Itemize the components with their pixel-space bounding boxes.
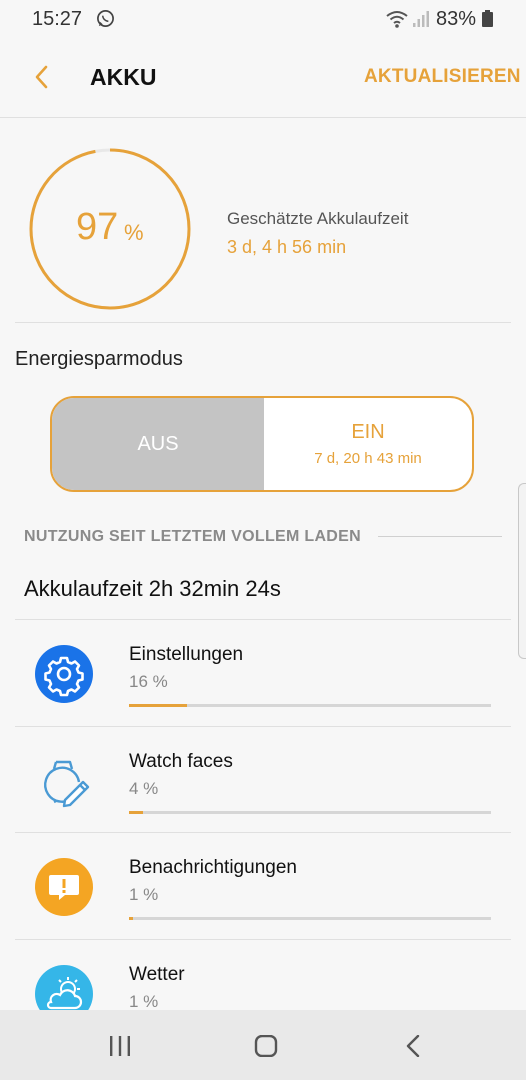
usage-section-heading: NUTZUNG SEIT LETZTEM VOLLEM LADEN [24,528,361,545]
summary-divider [15,322,511,323]
header-divider [0,117,526,118]
power-saving-on-option[interactable]: EIN 7 d, 20 h 43 min [264,398,472,490]
home-icon[interactable] [254,1035,278,1057]
app-row-benachrichtigungen[interactable]: Benachrichtigungen 1 % [0,833,526,939]
off-label: AUS [137,432,179,455]
whatsapp-icon [97,10,114,27]
notification-icon [35,858,93,916]
battery-percent-value: 97 [76,206,119,248]
gear-icon [35,645,93,703]
power-saving-label: Energiesparmodus [15,348,183,370]
watch-face-icon [44,760,90,808]
app-percent: 16 % [129,672,168,691]
battery-icon [482,10,493,27]
recent-apps-icon[interactable] [108,1035,132,1057]
back-arrow-icon[interactable] [30,62,54,92]
usage-bar [129,811,491,814]
app-percent: 1 % [129,885,159,904]
page-title: AKKU [90,64,157,90]
app-name: Watch faces [129,751,233,772]
section-divider [378,536,502,537]
runtime-label: Akkulaufzeit 2h 32min 24s [24,576,281,601]
app-name: Einstellungen [129,644,244,665]
estimate-label: Geschätzte Akkulaufzeit [227,209,409,228]
usage-bar-fill [129,917,133,920]
scroll-handle[interactable] [518,483,526,659]
battery-percent-unit: % [124,220,144,245]
usage-bar [129,917,491,920]
back-icon[interactable] [404,1035,424,1057]
app-name: Benachrichtigungen [129,857,297,878]
status-time: 15:27 [32,8,83,30]
signal-icon [413,11,429,27]
app-row-einstellungen[interactable]: Einstellungen 16 % [0,620,526,726]
refresh-button[interactable]: AKTUALISIEREN [364,66,521,88]
on-label: EIN [351,421,385,443]
power-saving-off-option[interactable]: AUS [52,398,264,490]
app-percent: 4 % [129,779,159,798]
usage-bar-fill [129,704,187,707]
battery-percent: 83% [436,8,477,30]
power-saving-toggle: AUS EIN 7 d, 20 h 43 min [50,396,474,492]
estimate-value: 3 d, 4 h 56 min [227,237,347,257]
on-duration: 7 d, 20 h 43 min [314,450,422,467]
app-name: Wetter [129,964,185,985]
usage-bar [129,704,491,707]
app-percent: 1 % [129,992,159,1011]
wifi-icon [386,11,408,28]
app-row-watch-faces[interactable]: Watch faces 4 % [0,727,526,833]
usage-bar-fill [129,811,144,814]
